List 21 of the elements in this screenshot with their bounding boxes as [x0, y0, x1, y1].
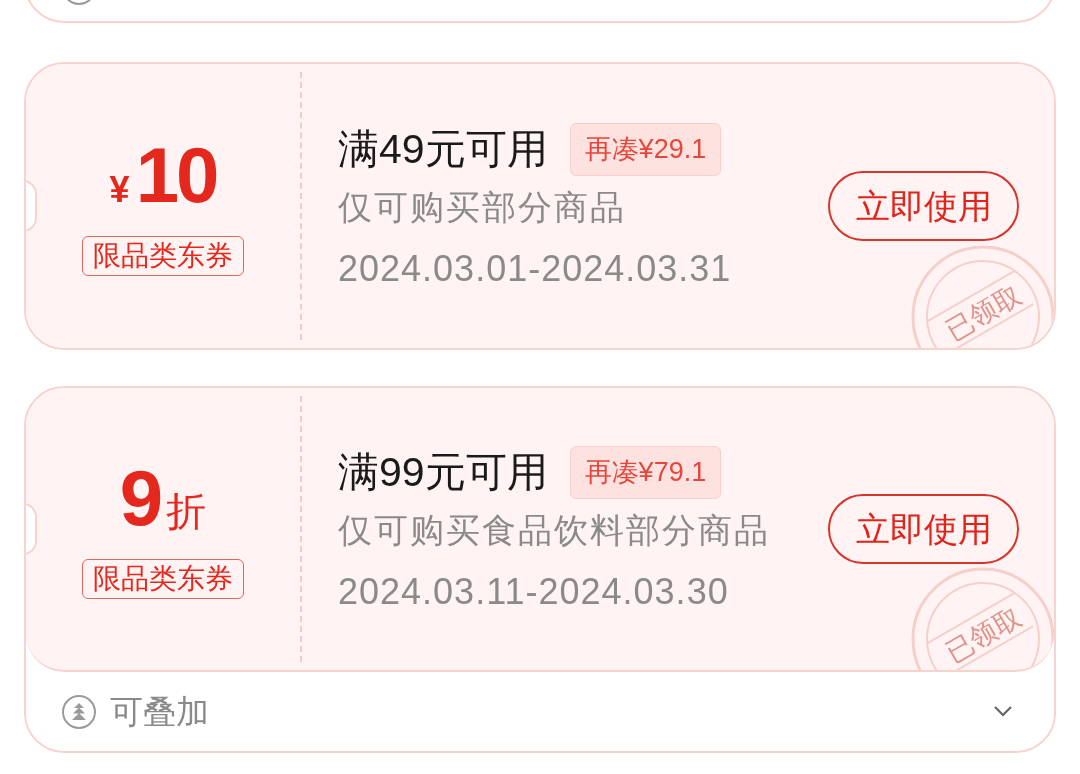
coupon-amount: 9	[119, 459, 161, 537]
threshold-title: 满99元可用	[338, 448, 548, 496]
stack-icon	[62, 694, 96, 729]
use-now-button[interactable]: 立即使用	[828, 171, 1019, 241]
shortfall-tag: 再凑¥79.1	[569, 445, 722, 499]
scope-description: 仅可购买部分商品	[338, 186, 627, 228]
category-badge: 限品类东券	[82, 236, 244, 276]
threshold-title: 满49元可用	[338, 125, 548, 173]
coupon-amount: 10	[135, 136, 217, 214]
stamp-text: 已领取	[940, 279, 1027, 347]
shortfall-tag: 再凑¥29.1	[569, 122, 722, 176]
use-now-button[interactable]: 立即使用	[828, 494, 1019, 564]
validity-dates: 2024.03.11-2024.03.30	[338, 570, 730, 613]
scope-description: 仅可购买食品饮料部分商品	[338, 509, 770, 551]
stamp-text: 已领取	[940, 601, 1027, 669]
currency-symbol: ¥	[109, 172, 130, 208]
chevron-down-icon[interactable]	[994, 706, 1012, 717]
discount-unit: 折	[166, 491, 207, 531]
category-badge: 限品类东券	[82, 559, 244, 599]
validity-dates: 2024.03.01-2024.03.31	[338, 247, 732, 290]
stackable-label: 可叠加	[110, 691, 209, 732]
